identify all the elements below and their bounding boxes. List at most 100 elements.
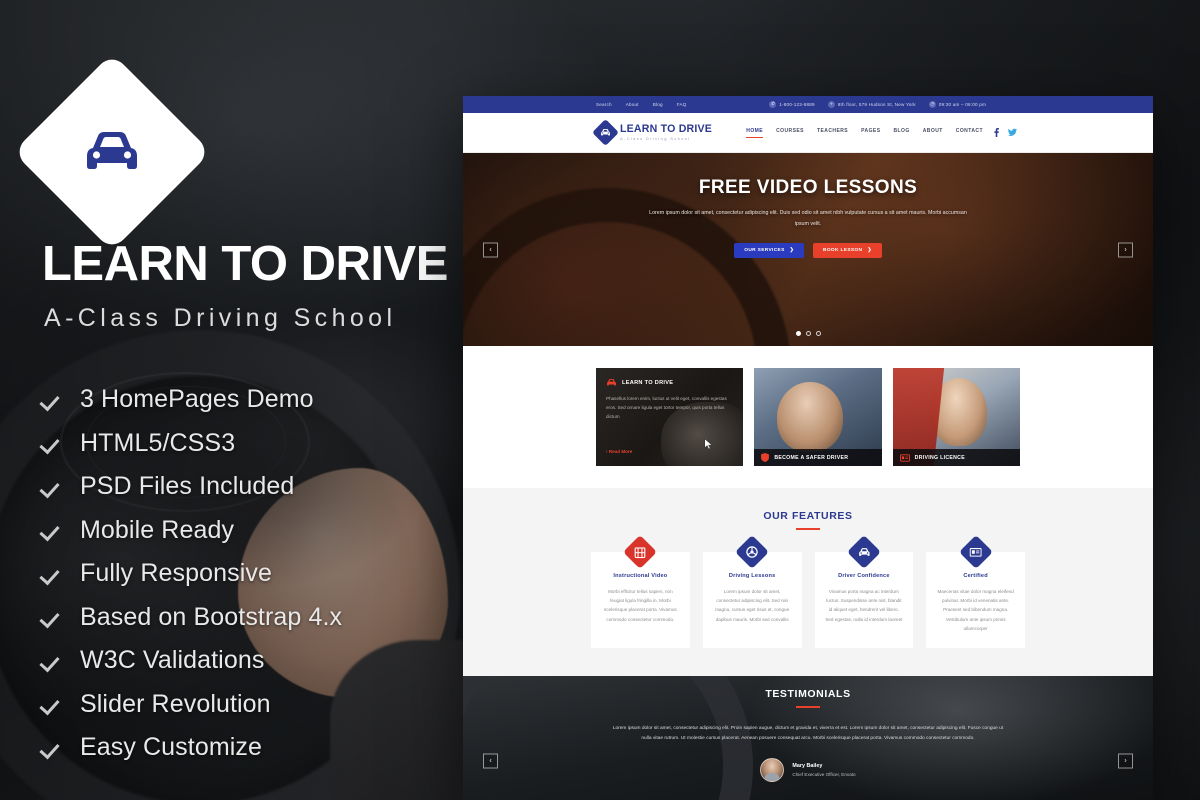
- promo-card-body: Phasellus lorem enim, luctus ut velit eg…: [606, 396, 727, 419]
- hero-buttons: OUR SERVICES ❯ BOOK LESSON ❯: [463, 242, 1153, 258]
- certificate-icon: [969, 547, 982, 557]
- hero-dot-2[interactable]: [805, 331, 811, 336]
- website-mockup: Search About Blog FAQ ✆ 1-800-123-6889 ⌖…: [463, 96, 1153, 800]
- testimonial-quote: Lorem ipsum dolor sit amet, consectetur …: [612, 726, 1004, 742]
- promo-feature-label: Slider Revolution: [80, 689, 271, 718]
- list-item: HTML5/CSS3: [40, 422, 342, 466]
- hero-content: FREE VIDEO LESSONS Lorem ipsum dolor sit…: [463, 153, 1153, 258]
- book-lesson-button[interactable]: BOOK LESSON ❯: [813, 242, 882, 258]
- features-section: OUR FEATURES Instructional Video Morbi e…: [463, 488, 1153, 676]
- topbar-phone[interactable]: ✆ 1-800-123-6889: [769, 101, 815, 108]
- feature-title: Instructional Video: [613, 573, 668, 579]
- topbar-contact-info: ✆ 1-800-123-6889 ⌖ 8th floor, 579 Hudson…: [769, 101, 986, 108]
- promo-card-header: LEARN TO DRIVE: [606, 378, 733, 387]
- hero-prev-button[interactable]: ‹: [483, 242, 498, 257]
- topbar-link-faq[interactable]: FAQ: [677, 102, 687, 107]
- feature-text: Lorem ipsum dolor sit amet, consectetur …: [715, 589, 790, 622]
- read-more-link[interactable]: › Read More: [606, 449, 632, 454]
- check-icon: [40, 387, 66, 413]
- feature-card-driver-confidence[interactable]: Driver Confidence Vivamus porta magna ac…: [814, 535, 914, 648]
- social-links: [993, 128, 1017, 137]
- promo-card-label: BECOME A SAFER DRIVER: [754, 449, 882, 466]
- testimonials-heading-rule: [796, 706, 820, 708]
- check-icon: [40, 735, 66, 761]
- feature-icon-diamond: [958, 535, 993, 569]
- features-heading-rule: [796, 528, 820, 530]
- our-services-button[interactable]: OUR SERVICES ❯: [734, 242, 805, 258]
- promo-feature-label: 3 HomePages Demo: [80, 385, 314, 414]
- promo-feature-label: Fully Responsive: [80, 559, 272, 588]
- feature-text: Maecenas vitae dolor magna eleifend pulv…: [937, 589, 1014, 631]
- promo-panel: LEARN TO DRIVE A-Class Driving School 3 …: [0, 0, 463, 800]
- testimonial-author-role: Chief Executive Officer, Envato: [792, 772, 856, 778]
- check-icon: [40, 517, 66, 543]
- topbar-link-blog[interactable]: Blog: [653, 102, 663, 107]
- topbar-link-about[interactable]: About: [626, 102, 639, 107]
- nav-item-contact[interactable]: CONTACT: [956, 128, 983, 137]
- promo-cards: LEARN TO DRIVE Phasellus lorem enim, luc…: [463, 346, 1153, 488]
- testimonials-section: ‹ › TESTIMONIALS Lorem ipsum dolor sit a…: [463, 676, 1153, 800]
- check-icon: [40, 648, 66, 674]
- hero-pagination-dots: [463, 331, 1153, 336]
- testimonial-prev-button[interactable]: ‹: [483, 753, 498, 769]
- site-logo[interactable]: LEARN TO DRIVE A-Class Driving School: [592, 119, 712, 146]
- feature-title: Certified: [963, 573, 988, 579]
- testimonials-heading: TESTIMONIALS: [765, 688, 851, 700]
- feature-text: Vivamus porta magna ac interdum luctus. …: [825, 589, 903, 622]
- feature-card-certified[interactable]: Certified Maecenas vitae dolor magna ele…: [926, 535, 1025, 648]
- topbar-link-search[interactable]: Search: [596, 102, 612, 107]
- steering-wheel-icon: [746, 546, 758, 558]
- testimonials-content: TESTIMONIALS Lorem ipsum dolor sit amet,…: [463, 676, 1153, 783]
- list-item: Easy Customize: [40, 726, 342, 770]
- hero-slider: ‹ › FREE VIDEO LESSONS Lorem ipsum dolor…: [463, 153, 1153, 346]
- logo-text: LEARN TO DRIVE A-Class Driving School: [620, 124, 712, 141]
- feature-icon-diamond: [846, 535, 881, 569]
- promo-card-label-text: DRIVING LICENCE: [914, 454, 965, 461]
- nav-item-pages[interactable]: PAGES: [861, 128, 880, 137]
- promo-logo-diamond: [13, 53, 211, 251]
- promo-title: LEARN TO DRIVE: [42, 237, 448, 291]
- topbar-links: Search About Blog FAQ: [596, 102, 687, 107]
- promo-card-driving-licence[interactable]: DRIVING LICENCE: [892, 368, 1020, 466]
- book-lesson-label: BOOK LESSON: [823, 247, 863, 253]
- promo-card-safer-driver[interactable]: BECOME A SAFER DRIVER: [754, 368, 882, 466]
- topbar-address-label: 8th floor, 579 Hudson St, New York: [837, 102, 916, 107]
- id-card-icon: [899, 453, 910, 462]
- read-more-label: Read More: [608, 449, 633, 454]
- clock-icon: ◷: [928, 101, 936, 108]
- facebook-icon[interactable]: [993, 128, 1000, 137]
- nav-item-home[interactable]: HOME: [746, 128, 764, 138]
- list-item: Slider Revolution: [40, 683, 342, 727]
- promo-feature-label: Mobile Ready: [80, 515, 235, 544]
- car-icon: [87, 132, 137, 169]
- nav-item-courses[interactable]: COURSES: [776, 128, 804, 137]
- nav-item-blog[interactable]: BLOG: [893, 128, 909, 137]
- promo-feature-label: PSD Files Included: [80, 472, 295, 501]
- features-grid: Instructional Video Morbi efficitur tell…: [591, 535, 1025, 648]
- twitter-icon[interactable]: [1008, 128, 1017, 137]
- hero-next-button[interactable]: ›: [1118, 242, 1133, 257]
- logo-name: LEARN TO DRIVE: [620, 123, 713, 136]
- hero-dot-1[interactable]: [795, 331, 801, 336]
- main-navigation: HOME COURSES TEACHERS PAGES BLOG ABOUT C…: [746, 128, 983, 138]
- check-icon: [40, 691, 66, 717]
- check-icon: [40, 430, 66, 456]
- hero-dot-3[interactable]: [815, 331, 821, 336]
- feature-card-driving-lessons[interactable]: Driving Lessons Lorem ipsum dolor sit am…: [702, 535, 802, 648]
- promo-card-learn-to-drive[interactable]: LEARN TO DRIVE Phasellus lorem enim, luc…: [596, 368, 744, 466]
- site-header: LEARN TO DRIVE A-Class Driving School HO…: [463, 113, 1153, 153]
- promo-feature-label: HTML5/CSS3: [80, 428, 236, 457]
- testimonial-next-button[interactable]: ›: [1118, 753, 1133, 769]
- topbar-hours-label: 09:30 am – 06:00 pm: [938, 102, 986, 107]
- list-item: W3C Validations: [40, 639, 342, 683]
- promo-feature-list: 3 HomePages Demo HTML5/CSS3 PSD Files In…: [40, 378, 342, 770]
- nav-item-teachers[interactable]: TEACHERS: [817, 128, 848, 137]
- feature-card-instructional-video[interactable]: Instructional Video Morbi efficitur tell…: [591, 535, 690, 648]
- nav-item-about[interactable]: ABOUT: [923, 128, 943, 137]
- check-icon: [40, 604, 66, 630]
- topbar-address: ⌖ 8th floor, 579 Hudson St, New York: [827, 101, 916, 108]
- car-icon: [858, 547, 870, 556]
- avatar: [760, 758, 785, 783]
- check-icon: [40, 474, 66, 500]
- top-utility-bar: Search About Blog FAQ ✆ 1-800-123-6889 ⌖…: [463, 96, 1153, 113]
